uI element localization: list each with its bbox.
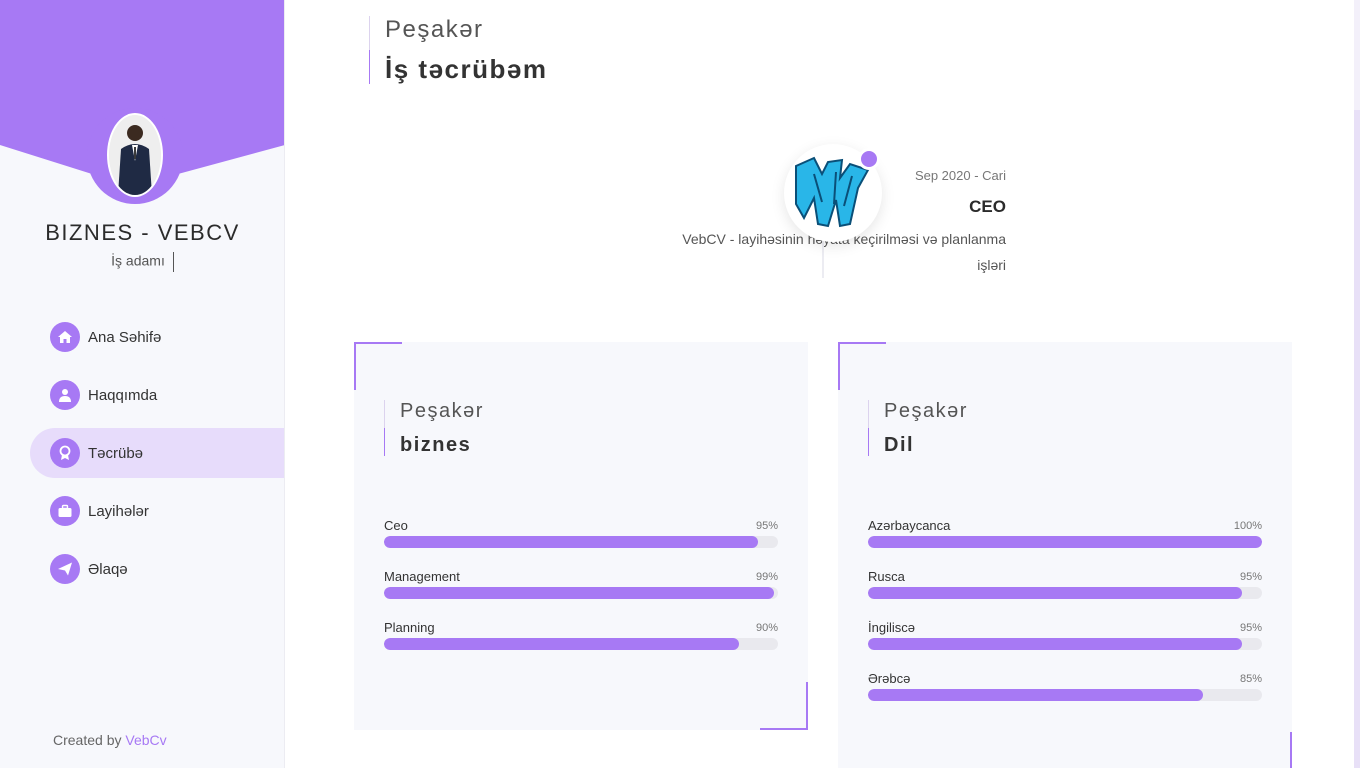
skill-bar <box>384 536 778 548</box>
skill-bar <box>868 689 1262 701</box>
nav-label: Əlaqə <box>88 560 128 578</box>
award-icon <box>50 438 80 468</box>
section-title: İş təcrübəm <box>385 54 548 84</box>
skill-bar-fill <box>868 536 1262 548</box>
skill-percent: 90% <box>755 622 778 634</box>
sidebar-nav: Ana Səhifə Haqqımda Təcrübə Layihələr Əl… <box>30 312 284 602</box>
brand-name: BIZNES - VEBCV <box>45 220 240 245</box>
skill-row: Ceo 95% <box>384 518 778 558</box>
card-corner <box>760 728 808 730</box>
sidebar: BIZNES - VEBCV İş adamı Ana Səhifə Haqqı… <box>0 0 285 768</box>
card-title: biznes <box>400 434 472 456</box>
skill-bar <box>384 587 778 599</box>
footer-credit-prefix: Created by <box>53 732 126 748</box>
nav-label: Ana Səhifə <box>88 328 162 346</box>
nav-label: Layihələr <box>88 502 149 520</box>
briefcase-icon <box>50 496 80 526</box>
skill-row: İngiliscə 95% <box>868 620 1262 660</box>
card-corner <box>1290 732 1292 768</box>
home-icon <box>50 322 80 352</box>
nav-item-home[interactable]: Ana Səhifə <box>30 312 284 362</box>
card-header-accent <box>384 428 385 456</box>
section-header-accent <box>369 50 370 84</box>
timeline-dot <box>858 148 880 170</box>
skill-name: Azərbaycanca <box>868 518 951 533</box>
skill-percent: 100% <box>1233 520 1262 532</box>
card-corner <box>806 682 808 730</box>
skill-row: Planning 90% <box>384 620 778 660</box>
skill-name: Management <box>384 569 460 584</box>
footer-credit: Created by VebCv <box>53 732 167 748</box>
skill-bar-fill <box>868 587 1243 599</box>
card-corner <box>838 342 886 344</box>
card-corner <box>354 342 356 390</box>
skill-row: Azərbaycanca 100% <box>868 518 1262 558</box>
nav-item-contact[interactable]: Əlaqə <box>30 544 284 594</box>
nav-item-about[interactable]: Haqqımda <box>30 370 284 420</box>
card-title: Dil <box>884 434 915 456</box>
brand-role-text: İş adamı <box>111 252 165 269</box>
card-corner <box>838 342 840 390</box>
card-kicker: Peşakər <box>884 400 968 422</box>
skill-percent: 95% <box>755 520 778 532</box>
skill-percent: 85% <box>1239 673 1262 685</box>
card-header: Peşakər Dil <box>868 400 1168 458</box>
skill-name: İngiliscə <box>868 620 915 635</box>
skill-row: Management 99% <box>384 569 778 609</box>
person-photo-icon <box>109 115 161 195</box>
skill-name: Rusca <box>868 569 905 584</box>
nav-label: Haqqımda <box>88 386 158 404</box>
section-kicker: Peşakər <box>385 16 484 43</box>
brand-role: İş adamı <box>0 252 284 272</box>
user-icon <box>50 380 80 410</box>
main-content: Peşakər İş təcrübəm Sep 2020 - Cari CEO … <box>285 0 1360 768</box>
skill-name: Ərəbcə <box>868 671 911 686</box>
skill-percent: 99% <box>755 571 778 583</box>
skill-bar-fill <box>868 689 1203 701</box>
avatar <box>107 113 163 197</box>
skill-percent: 95% <box>1239 622 1262 634</box>
skill-bar <box>868 587 1262 599</box>
section-header: Peşakər İş təcrübəm <box>369 16 769 86</box>
skill-bar-fill <box>868 638 1243 650</box>
skill-bar-fill <box>384 638 739 650</box>
skill-row: Rusca 95% <box>868 569 1262 609</box>
skill-bar <box>384 638 778 650</box>
typing-cursor <box>172 252 174 272</box>
skill-row: Ərəbcə 85% <box>868 671 1262 711</box>
timeline-line <box>822 236 824 278</box>
skill-bar <box>868 536 1262 548</box>
skill-bar-fill <box>384 536 759 548</box>
skills-card-business: Peşakər biznes Ceo 95% Management 99% Pl… <box>354 342 808 730</box>
nav-label: Təcrübə <box>88 444 144 462</box>
scrollbar-thumb[interactable] <box>1354 110 1360 768</box>
send-icon <box>50 554 80 584</box>
footer-credit-link[interactable]: VebCv <box>125 732 166 748</box>
skill-percent: 95% <box>1239 571 1262 583</box>
nav-item-experience[interactable]: Təcrübə <box>30 428 284 478</box>
nav-item-projects[interactable]: Layihələr <box>30 486 284 536</box>
skill-name: Planning <box>384 620 435 635</box>
card-header-accent <box>868 428 869 456</box>
card-corner <box>354 342 402 344</box>
skill-bar <box>868 638 1262 650</box>
skills-card-language: Peşakər Dil Azərbaycanca 100% Rusca 95% … <box>838 342 1292 768</box>
card-header: Peşakər biznes <box>384 400 684 458</box>
skill-name: Ceo <box>384 518 408 533</box>
skill-bar-fill <box>384 587 775 599</box>
card-kicker: Peşakər <box>400 400 484 422</box>
